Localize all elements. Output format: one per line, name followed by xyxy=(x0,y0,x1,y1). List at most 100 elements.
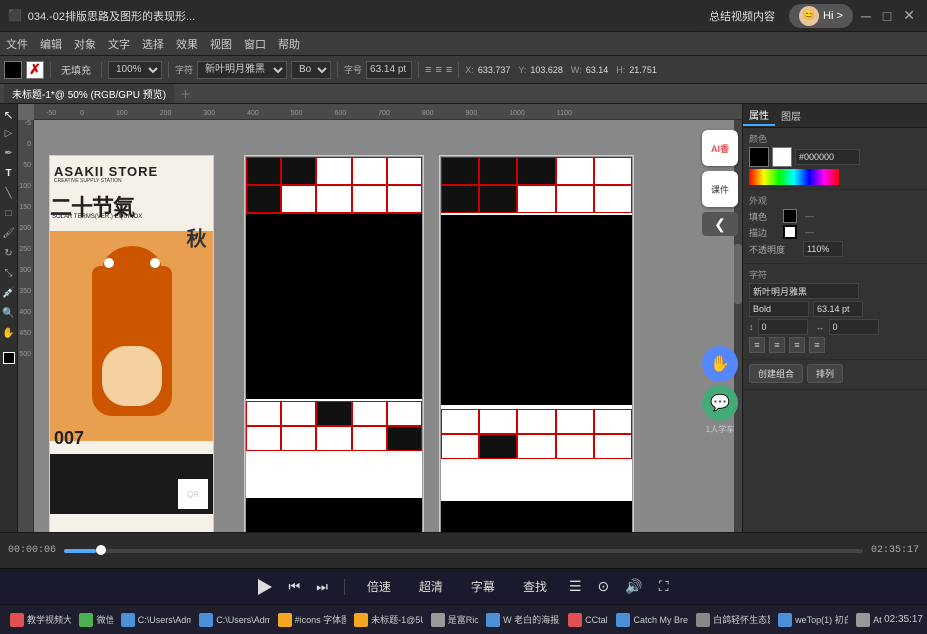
menu-effect[interactable]: 效果 xyxy=(176,36,198,52)
opacity-input[interactable] xyxy=(803,241,843,257)
poster-card-1[interactable]: ASAKII STORE CREATIVE SUPPLY STATION 二十节… xyxy=(49,155,214,532)
canvas-area[interactable]: -50 0 100 200 300 400 500 600 700 800 90… xyxy=(18,104,742,532)
color-gradient-bar[interactable] xyxy=(749,169,839,185)
line-height-input[interactable] xyxy=(758,319,808,335)
font-size-input-panel[interactable] xyxy=(813,301,863,317)
fullscreen-btn[interactable]: ⛶ xyxy=(659,578,669,595)
align-justify-btn[interactable]: ≡ xyxy=(809,337,825,353)
no-fill-label: 无填充 xyxy=(57,60,95,79)
taskbar-at[interactable]: At xyxy=(850,608,882,632)
hex-color-input[interactable] xyxy=(795,149,860,165)
rect-tool[interactable]: □ xyxy=(2,208,16,222)
taskbar-icons[interactable]: #icons 字体图... xyxy=(272,608,346,632)
grid-card-3[interactable] xyxy=(439,155,634,532)
taskbar-rich[interactable]: 是富Rich xyxy=(425,608,478,632)
scale-tool[interactable]: ⤡ xyxy=(2,268,16,282)
align-center-icon[interactable]: ≡ xyxy=(435,64,441,76)
color-swatch-white[interactable] xyxy=(772,147,792,167)
zoom-tool[interactable]: 🔍 xyxy=(2,308,16,322)
volume-btn[interactable]: 🔊 xyxy=(625,578,642,595)
rotate-tool[interactable]: ↻ xyxy=(2,248,16,262)
taskbar-video[interactable]: 教学视频大主 xyxy=(4,608,71,632)
progress-handle[interactable] xyxy=(96,545,106,555)
font-label: 字符 xyxy=(175,63,193,76)
menu-help[interactable]: 帮助 xyxy=(278,36,300,52)
stroke-color[interactable]: ✗ xyxy=(26,61,44,79)
align-left-icon[interactable]: ≡ xyxy=(425,64,431,76)
canvas-content[interactable]: ASAKII STORE CREATIVE SUPPLY STATION 二十节… xyxy=(34,120,742,532)
circle-btn[interactable]: ⊙ xyxy=(598,578,610,595)
taskbar-illustrator[interactable]: 未标题-1@5U... xyxy=(348,608,423,632)
course-material-btn[interactable]: 课件 xyxy=(702,171,738,207)
taskbar-wetop[interactable]: weTop(1) 初白... xyxy=(772,608,848,632)
grid-card-2[interactable] xyxy=(244,155,424,532)
taskbar-explorer2[interactable]: C:\Users\Admi... xyxy=(193,608,269,632)
close-btn[interactable]: ✕ xyxy=(899,7,919,24)
hand-tool-btn[interactable]: ✋ xyxy=(702,346,738,382)
next-btn[interactable]: ⏭ xyxy=(316,579,328,595)
subtitle-btn[interactable]: 字幕 xyxy=(465,576,501,597)
expand-panel-btn[interactable]: ❮ xyxy=(702,212,738,236)
list-btn[interactable]: ☰ xyxy=(569,578,582,595)
new-tab-btn[interactable]: ＋ xyxy=(180,86,191,102)
taskbar-explorer1[interactable]: C:\Users\Admi... xyxy=(115,608,191,632)
hi-btn[interactable]: 😊 Hi > xyxy=(789,4,853,28)
eyedropper-tool[interactable]: 💉 xyxy=(2,288,16,302)
direct-select-tool[interactable]: ▷ xyxy=(2,128,16,142)
hd-btn[interactable]: 超清 xyxy=(413,576,449,597)
grid-cell xyxy=(316,401,351,426)
fill-swatch[interactable] xyxy=(783,209,797,223)
ai-summary-btn[interactable]: 总结视频内容 xyxy=(699,6,785,26)
align-right-icon[interactable]: ≡ xyxy=(446,64,452,76)
search-btn[interactable]: 查找 xyxy=(517,576,553,597)
taskbar-poster[interactable]: W 老白的海报思... xyxy=(480,608,560,632)
tab-properties[interactable]: 属性 xyxy=(743,105,775,126)
maximize-btn[interactable]: □ xyxy=(879,8,895,24)
prev-btn[interactable]: ⏮ xyxy=(288,579,300,595)
progress-bar[interactable] xyxy=(64,549,863,553)
color-fill-swatch[interactable] xyxy=(3,352,15,364)
tab-layers[interactable]: 图层 xyxy=(775,106,807,125)
speed-btn[interactable]: 倍速 xyxy=(361,576,397,597)
tab-document[interactable]: 未标题-1*@ 50% (RGB/GPU 预览) xyxy=(4,84,174,103)
align-left-btn[interactable]: ≡ xyxy=(749,337,765,353)
menu-text[interactable]: 文字 xyxy=(108,36,130,52)
menu-view[interactable]: 视图 xyxy=(210,36,232,52)
selection-tool[interactable]: ↖ xyxy=(2,108,16,122)
type-tool[interactable]: T xyxy=(2,168,16,182)
menu-select[interactable]: 选择 xyxy=(142,36,164,52)
align-right-btn[interactable]: ≡ xyxy=(789,337,805,353)
menu-window[interactable]: 窗口 xyxy=(244,36,266,52)
taskbar-wechat[interactable]: 微信 xyxy=(73,608,112,632)
menu-object[interactable]: 对象 xyxy=(74,36,96,52)
menu-edit[interactable]: 编辑 xyxy=(40,36,62,52)
font-size-input[interactable] xyxy=(366,61,412,79)
grid-cell xyxy=(594,157,632,185)
font-name-input[interactable] xyxy=(749,283,859,299)
minimize-btn[interactable]: ─ xyxy=(857,8,875,24)
play-btn[interactable] xyxy=(258,579,272,595)
chat-btn[interactable]: 💬 xyxy=(702,385,738,421)
font-style-input[interactable] xyxy=(749,301,809,317)
fill-color[interactable] xyxy=(4,61,22,79)
hand-tool[interactable]: ✋ xyxy=(2,328,16,342)
tracking-input[interactable] xyxy=(829,319,879,335)
taskbar-catch[interactable]: Catch My Brea... xyxy=(610,608,688,632)
font-style-dropdown[interactable]: Bold xyxy=(291,61,331,79)
color-label: 颜色 xyxy=(749,132,921,145)
arrange-btn[interactable]: 排列 xyxy=(807,364,843,383)
ai-hong-btn[interactable]: AI香 xyxy=(702,130,738,166)
pen-tool[interactable]: ✒ xyxy=(2,148,16,162)
align-center-btn[interactable]: ≡ xyxy=(769,337,785,353)
grid-cell xyxy=(556,185,594,213)
create-group-btn[interactable]: 创建组合 xyxy=(749,364,803,383)
brush-tool[interactable]: 🖌 xyxy=(2,228,16,242)
menu-file[interactable]: 文件 xyxy=(6,36,28,52)
color-swatch-black[interactable] xyxy=(749,147,769,167)
taskbar-eco[interactable]: 白鸽轻怀生态影墓... xyxy=(690,608,770,632)
line-tool[interactable]: ╲ xyxy=(2,188,16,202)
font-family-dropdown[interactable]: 新叶明月雅黑 xyxy=(197,61,287,79)
taskbar-cctalk[interactable]: CCtalk xyxy=(562,608,608,632)
zoom-dropdown[interactable]: 100% 50% xyxy=(108,61,162,79)
stroke-swatch[interactable] xyxy=(783,225,797,239)
